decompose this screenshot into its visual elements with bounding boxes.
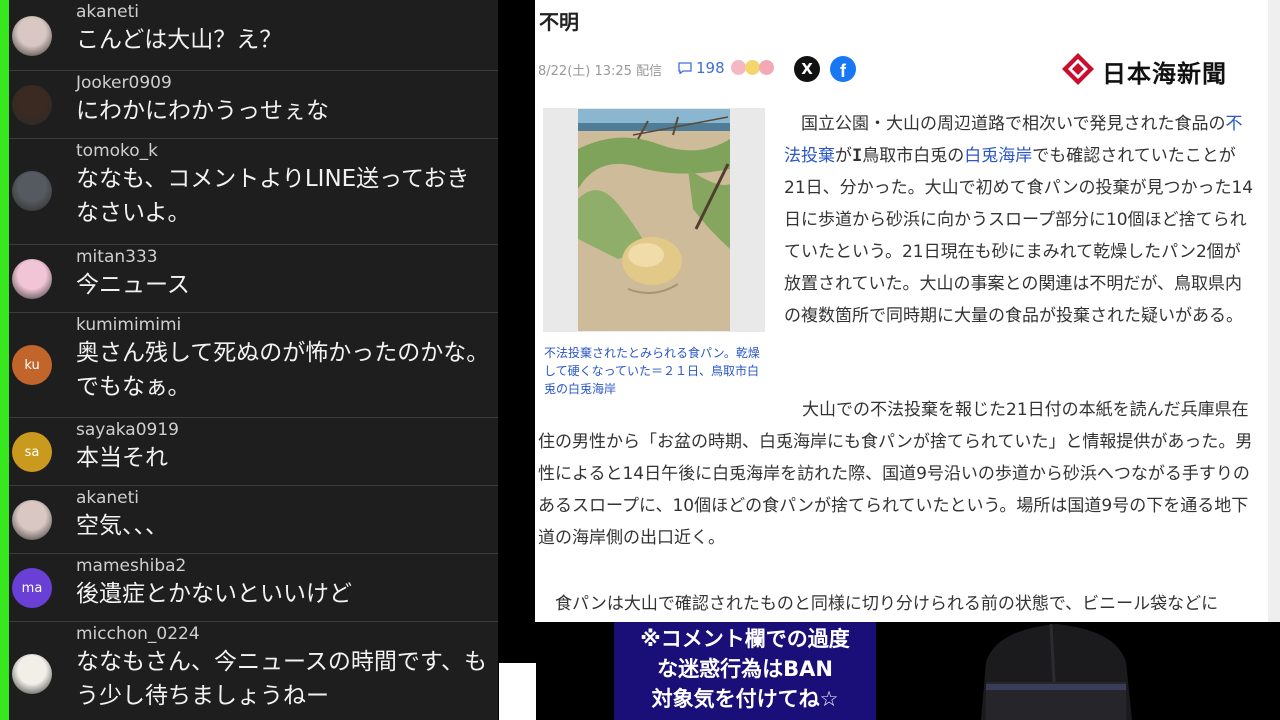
publisher-logo-icon [1062, 53, 1094, 85]
ban-notice-banner: ※コメント欄での過度 な迷惑行為はBAN 対象気を付けてね☆ [614, 622, 876, 720]
chat-message: mitan333 今ニュース [9, 245, 498, 313]
chat-message-text: にわかにわかうっせぇな [76, 98, 329, 124]
chat-message-text: こんどは大山？え？ [76, 27, 283, 53]
x-logo-icon: X [801, 60, 813, 78]
paragraph-text: が [835, 146, 852, 166]
text-cursor-icon: I [852, 146, 863, 166]
chat-message: Jooker0909 にわかにわかうっせぇな [9, 71, 498, 139]
chat-username[interactable]: akaneti [76, 2, 139, 22]
streamer-figure [981, 623, 1132, 720]
chat-username[interactable]: akaneti [76, 488, 139, 508]
article-photo[interactable] [578, 109, 730, 331]
link-hakuto-beach[interactable]: 白兎海岸 [964, 146, 1032, 166]
chat-username[interactable]: micchon_0224 [76, 624, 200, 644]
chat-message-text: 奥さん残して死ぬのが怖かったのかな。でもなぁ。 [76, 340, 490, 400]
chat-username[interactable]: kumimimimi [76, 315, 181, 335]
publisher-name[interactable]: 日本海新聞 [1102, 54, 1227, 89]
chat-message: micchon_0224 ななもさん、今ニュースの時間です、もう少し待ちましょう… [9, 622, 498, 720]
reaction-icon[interactable] [731, 60, 746, 75]
publish-date: 8/22(土) 13:25 配信 [538, 64, 663, 79]
comment-count[interactable]: 198 [696, 59, 725, 77]
photo-caption[interactable]: 不法投棄されたとみられる食パン。乾燥して硬くなっていた＝２１日、鳥取市白兎の白兎… [544, 344, 764, 398]
paragraph-text: 鳥取市白兎の [862, 146, 965, 166]
chat-message-text: ななもさん、今ニュースの時間です、もう少し待ちましょうねー [76, 649, 488, 709]
chat-username[interactable]: tomoko_k [76, 141, 158, 161]
paragraph-text: でも確認されていたことが21日、分かった。大山で初めて食パンの投棄が見つかった1… [784, 146, 1254, 326]
chat-message: sa sayaka0919 本当それ [9, 418, 498, 486]
chat-message: tomoko_k ななも、コメントよりLINE送っておきなさいよ。 [9, 139, 498, 245]
chat-message: ma mameshiba2 後遺症とかないといいけど [9, 554, 498, 622]
paragraph-text: 大山での不法投棄を報じた21日付の本紙を読んだ兵庫県在住の男性から「お盆の時期、… [538, 400, 1253, 548]
comment-icon[interactable] [678, 62, 692, 74]
chat-message-text: 後遺症とかないといいけど [76, 581, 352, 607]
chat-message: akaneti 空気、、、 [9, 486, 498, 554]
chat-accent-bar [0, 0, 9, 720]
user-avatar[interactable] [12, 85, 52, 125]
paragraph-text: 食パンは大山で確認されたものと同様に切り分けられる前の状態で、ビニール袋などに [555, 594, 1219, 614]
x-share-button[interactable]: X [794, 56, 820, 82]
chat-message-text: 空気、、、 [76, 513, 168, 539]
user-avatar[interactable]: ku [12, 345, 52, 385]
chat-message-text: 今ニュース [76, 272, 190, 298]
user-avatar[interactable] [12, 654, 52, 694]
user-avatar[interactable]: ma [12, 568, 52, 608]
article-paragraph: 大山での不法投棄を報じた21日付の本紙を読んだ兵庫県在住の男性から「お盆の時期、… [538, 394, 1255, 554]
chat-username[interactable]: mitan333 [76, 247, 158, 267]
user-avatar[interactable] [12, 259, 52, 299]
reaction-icon[interactable] [745, 60, 760, 75]
chat-message-text: 本当それ [76, 445, 168, 471]
chat-username[interactable]: sayaka0919 [76, 420, 179, 440]
user-avatar[interactable]: sa [12, 432, 52, 472]
facebook-share-button[interactable]: f [830, 56, 856, 82]
article-title: 不明 [539, 10, 579, 34]
chat-panel[interactable]: akaneti こんどは大山？え？ Jooker0909 にわかにわかうっせぇな… [0, 0, 498, 720]
chat-message-list[interactable]: akaneti こんどは大山？え？ Jooker0909 にわかにわかうっせぇな… [9, 0, 498, 720]
chat-username[interactable]: mameshiba2 [76, 556, 186, 576]
article-paragraph: 国立公園・大山の周辺道路で相次いで発見された食品の不法投棄がI鳥取市白兎の白兎海… [784, 108, 1254, 332]
reaction-icon[interactable] [759, 60, 774, 75]
white-panel [499, 663, 536, 720]
paragraph-text: 国立公園・大山の周辺道路で相次いで発見された食品の [801, 114, 1226, 134]
chat-username[interactable]: Jooker0909 [76, 73, 172, 93]
notice-text: ※コメント欄での過度 な迷惑行為はBAN 対象気を付けてね☆ [640, 627, 850, 711]
user-avatar[interactable] [12, 500, 52, 540]
chat-message-text: ななも、コメントよりLINE送っておきなさいよ。 [76, 166, 470, 226]
article-paragraph: 食パンは大山で確認されたものと同様に切り分けられる前の状態で、ビニール袋などに [538, 588, 1263, 620]
news-article: 不明 8/22(土) 13:25 配信 198 X f 日本海新聞 不法投棄され… [535, 0, 1268, 622]
facebook-logo-icon: f [840, 61, 846, 81]
user-avatar[interactable] [12, 171, 52, 211]
scrollbar-track[interactable] [1268, 0, 1280, 622]
user-avatar[interactable] [12, 16, 52, 56]
chat-message: akaneti こんどは大山？え？ [9, 0, 498, 71]
chat-message: ku kumimimimi 奥さん残して死ぬのが怖かったのかな。でもなぁ。 [9, 313, 498, 418]
